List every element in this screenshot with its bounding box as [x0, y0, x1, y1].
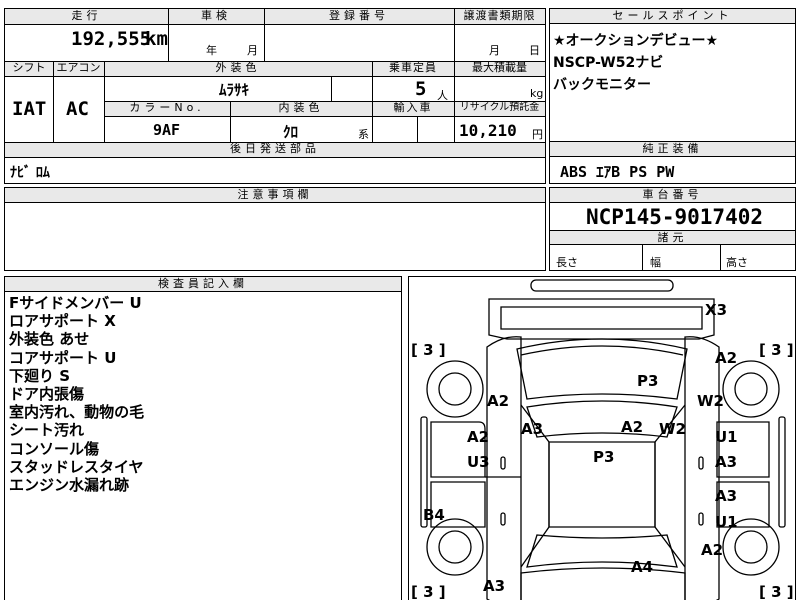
remark-item: 外装色 あせ [9, 330, 90, 349]
recycle-header: リサイクル預託金 [454, 101, 545, 116]
sales-points-header: セールスポイント [550, 9, 795, 24]
mileage-unit: km [145, 28, 168, 50]
mark-left-front-fender: A2 [487, 392, 510, 410]
inspection-month-unit: 月 [247, 44, 258, 57]
exterior-color-value: ﾑﾗｻｷ [219, 81, 250, 99]
mileage-header: 走行 [5, 9, 168, 24]
remark-item: Fサイドメンバー U [9, 294, 142, 312]
capacity-header: 乗車定員 [372, 61, 454, 76]
recycle-value: 10,210 [459, 121, 517, 140]
shift-value: IAT [12, 98, 47, 120]
later-parts-value: ﾅﾋﾞ ﾛﾑ [10, 165, 50, 181]
inspector-header: 検査員記入欄 [5, 277, 401, 292]
sales-points-section: セールスポイント ★オークションデビュー★ NSCP-W52ナビ バックモニター [549, 8, 796, 142]
mark-roof: P3 [593, 448, 615, 466]
mark-front-right-fender: A2 [715, 349, 738, 367]
interior-color-header: 内装色 [230, 101, 372, 116]
height-label: 高さ [726, 256, 748, 269]
remark-item: エンジン水漏れ跡 [9, 476, 130, 495]
inspector-section: 検査員記入欄 Fサイドメンバー U ロアサポート X 外装色 あせ コアサポート… [4, 276, 402, 600]
inspection-header: 車検 [168, 9, 264, 24]
ac-value: AC [66, 98, 89, 120]
sales-point-1: ★オークションデビュー★ [553, 33, 719, 49]
width-label: 幅 [650, 256, 661, 269]
exterior-color-header: 外装色 [104, 61, 372, 76]
tire-tread-front-right: [ 3 ] [759, 341, 794, 359]
color-no-header: カラーNo. [104, 101, 230, 116]
remark-item: 下廻り S [9, 366, 71, 385]
transfer-day-unit: 日 [529, 44, 540, 57]
mark-right-rear-door-1: A3 [715, 487, 738, 505]
dimensions-header: 諸元 [550, 230, 795, 245]
length-label: 長さ [556, 256, 578, 269]
color-no-value: 9AF [153, 121, 181, 139]
remark-item: コアサポート U [9, 348, 117, 367]
registration-header: 登録番号 [264, 9, 454, 24]
notes-header: 注意事項欄 [5, 188, 545, 203]
inspection-year-unit: 年 [206, 44, 217, 57]
chassis-section: 車台番号 NCP145-9017402 諸元 長さ 幅 高さ [549, 187, 796, 271]
max-load-unit: kg [530, 87, 544, 100]
remark-item: コンソール傷 [9, 439, 100, 458]
tire-tread-front-left: [ 3 ] [411, 341, 446, 359]
remark-item: ドア内張傷 [9, 385, 85, 404]
mileage-value: 192,555 [71, 28, 152, 50]
mark-right-rear-door-2: U1 [715, 513, 738, 531]
max-load-header: 最大積載量 [454, 61, 545, 76]
mark-hood: P3 [637, 372, 659, 390]
mark-right-front-fender: W2 [697, 392, 724, 410]
interior-color-value: ｸﾛ [283, 123, 299, 141]
remark-item: スタッドレスタイヤ [9, 457, 144, 476]
mark-left-rear-bumper: A3 [483, 577, 506, 595]
vehicle-info-grid: 走行 車検 登録番号 譲渡書類期限 192,555 km 年 月 月 日 シフト… [4, 8, 546, 184]
mark-left-front-door-1: A2 [467, 428, 490, 446]
mark-left-rear-door: B4 [423, 506, 445, 524]
remark-item: ロアサポート X [9, 312, 116, 331]
mark-front-bumper: X3 [705, 301, 728, 319]
interior-color-suffix: 系 [358, 128, 369, 141]
chassis-header: 車台番号 [550, 188, 795, 203]
inspector-remarks-list: Fサイドメンバー U ロアサポート X 外装色 あせ コアサポート U 下廻り … [9, 294, 144, 494]
mark-left-front-door-2: U3 [467, 453, 490, 471]
tire-tread-rear-right: [ 3 ] [759, 583, 794, 600]
mark-right-front-door-1: U1 [715, 428, 738, 446]
shift-header: シフト [5, 61, 53, 76]
later-parts-header: 後日発送部品 [5, 142, 545, 157]
mark-left-a-pillar: A3 [521, 420, 544, 438]
mark-trunk: A4 [631, 558, 654, 576]
ac-header: エアコン [53, 61, 104, 76]
mark-right-rear-fender: A2 [701, 541, 724, 559]
mark-windshield: A2 [621, 418, 644, 436]
tire-tread-rear-left: [ 3 ] [411, 583, 446, 600]
genuine-equipment-header: 純正装備 [550, 142, 795, 157]
genuine-equipment-section: 純正装備 ABS ｴｱB PS PW [549, 141, 796, 184]
mark-right-a-pillar: W2 [659, 420, 686, 438]
notes-section: 注意事項欄 [4, 187, 546, 271]
car-diagram-section: [ 3 ] [ 3 ] [ 3 ] [ 3 ] X3 A2 P3 A2 W2 A… [408, 276, 796, 600]
genuine-equipment-value: ABS ｴｱB PS PW [560, 163, 675, 181]
transfer-header: 譲渡書類期限 [454, 9, 545, 24]
mark-right-front-door-2: A3 [715, 453, 738, 471]
capacity-value: 5 [415, 78, 427, 100]
recycle-unit: 円 [532, 128, 543, 141]
chassis-number: NCP145-9017402 [586, 205, 764, 229]
transfer-month-unit: 月 [489, 44, 500, 57]
sales-point-2: NSCP-W52ナビ [553, 55, 664, 71]
remark-item: 室内汚れ、動物の毛 [9, 403, 145, 422]
import-header: 輸入車 [372, 101, 454, 116]
remark-item: シート汚れ [9, 421, 85, 440]
sales-point-3: バックモニター [553, 77, 651, 93]
